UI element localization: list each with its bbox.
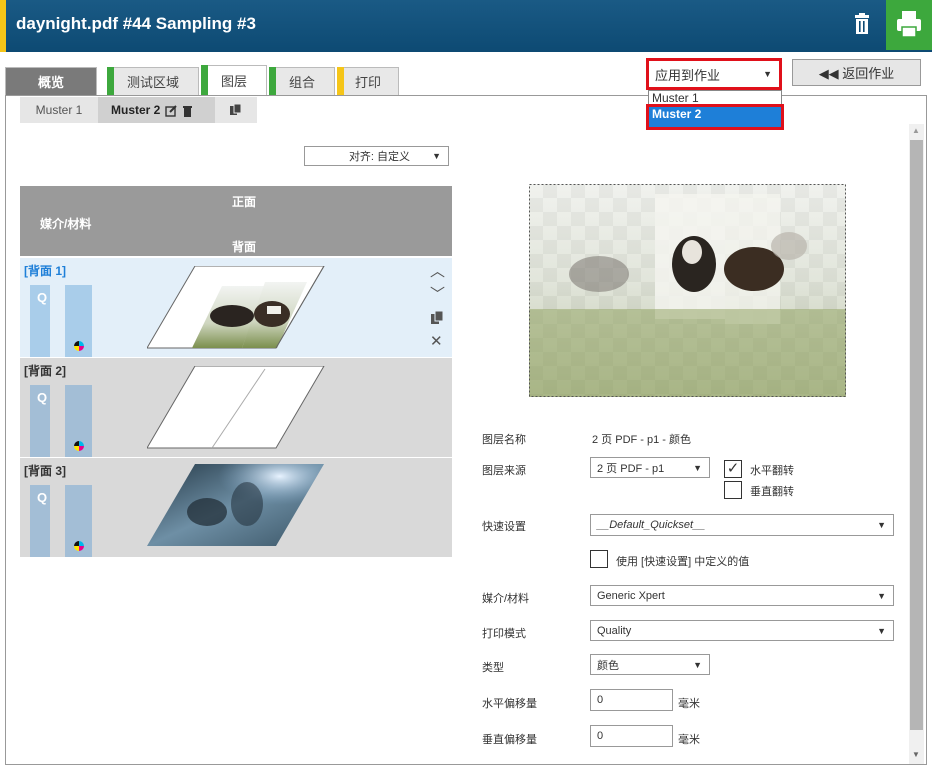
use-quickset-label: 使用 [快速设置] 中定义的值 — [616, 556, 750, 568]
media-label: 媒介/材料 — [482, 593, 530, 605]
print-mode-select[interactable]: Quality ▼ — [590, 620, 894, 641]
h-offset-input[interactable]: 0 — [590, 689, 673, 711]
h-offset-unit: 毫米 — [678, 698, 700, 710]
apply-to-job-select[interactable]: 应用到作业 ▼ — [646, 58, 782, 90]
trash-icon[interactable] — [182, 104, 193, 117]
align-select[interactable]: 对齐: 自定义 ▼ — [304, 146, 449, 166]
scroll-down-icon[interactable]: ▼ — [912, 750, 920, 759]
chevron-down-icon: ▼ — [432, 151, 441, 161]
tab-strip — [201, 65, 208, 96]
delete-icon[interactable]: ✕ — [430, 332, 443, 350]
window-title: daynight.pdf #44 Sampling #3 — [16, 14, 256, 33]
flip-horizontal-label: 水平翻转 — [750, 465, 794, 477]
layers-table-header: 正面 媒介/材料 背面 — [20, 186, 452, 256]
chevron-down-icon: ▼ — [693, 462, 702, 473]
move-down-icon[interactable]: ﹀ — [430, 283, 445, 304]
layer-label: [背面 2] — [24, 364, 67, 378]
printer-icon — [897, 11, 921, 38]
cmyk-icon — [74, 541, 84, 551]
layer-preview-image — [529, 184, 846, 397]
header-accent — [0, 0, 6, 52]
tab-compose[interactable]: 组合 — [269, 67, 335, 96]
media-select[interactable]: Generic Xpert ▼ — [590, 585, 894, 606]
check-icon: ✓ — [726, 460, 740, 477]
layer-thumbnail — [147, 266, 325, 349]
layer-label: [背面 1] — [24, 264, 67, 278]
return-to-job-button[interactable]: ◀◀ 返回作业 — [792, 59, 921, 86]
chevron-down-icon: ▼ — [763, 69, 772, 79]
back-header: 背面 — [232, 240, 257, 254]
layer-source-label: 图层来源 — [482, 465, 526, 477]
copy-pattern-button[interactable] — [215, 97, 257, 123]
chevron-down-icon: ▼ — [877, 625, 886, 636]
option-muster2[interactable]: Muster 2 — [646, 104, 784, 130]
tab-strip — [337, 67, 344, 96]
chevron-down-icon: ▼ — [693, 659, 702, 670]
layer-row[interactable]: [背面 1] Q ︿ ﹀ ✕ — [20, 258, 452, 357]
scrollbar[interactable]: ▲ ▼ — [909, 124, 924, 764]
chevron-down-icon: ▼ — [877, 520, 886, 530]
tab-overview[interactable]: 概览 — [5, 67, 97, 95]
quickset-select[interactable]: __Default_Quickset__ ▼ — [590, 514, 894, 536]
subtab-muster1[interactable]: Muster 1 — [20, 97, 98, 123]
copy-icon — [230, 103, 242, 115]
tab-strip — [107, 67, 114, 96]
layer-row[interactable]: [背面 2] Q — [20, 358, 452, 457]
h-offset-label: 水平偏移量 — [482, 698, 537, 710]
quickset-label: 快速设置 — [482, 521, 526, 533]
layer-thumbnail — [147, 464, 324, 546]
layer-source-select[interactable]: 2 页 PDF - p1 ▼ — [590, 457, 710, 478]
tab-test-area[interactable]: 测试区域 — [107, 67, 199, 96]
layer-name-value: 2 页 PDF - p1 - 颜色 — [592, 434, 692, 446]
quality-badge: Q — [37, 490, 48, 505]
quality-badge: Q — [37, 390, 48, 405]
option-muster1[interactable]: Muster 1 — [649, 91, 781, 107]
quality-badge: Q — [37, 290, 48, 305]
tab-layers[interactable]: 图层 — [201, 65, 267, 96]
apply-options-list: Muster 1 Muster 2 — [646, 90, 784, 130]
scrollbar-thumb[interactable] — [910, 140, 923, 730]
cmyk-icon — [74, 341, 84, 351]
chevron-down-icon: ▼ — [877, 590, 886, 601]
layer-thumbnail — [147, 366, 325, 449]
use-quickset-checkbox[interactable] — [590, 550, 608, 568]
flip-vertical-checkbox[interactable] — [724, 481, 742, 499]
tab-print[interactable]: 打印 — [337, 67, 399, 96]
type-select[interactable]: 颜色 ▼ — [590, 654, 710, 675]
print-button[interactable] — [886, 0, 932, 50]
layer-row[interactable]: [背面 3] Q — [20, 458, 452, 557]
flip-horizontal-checkbox[interactable]: ✓ — [724, 460, 742, 478]
title-bar: daynight.pdf #44 Sampling #3 — [0, 0, 932, 52]
layer-name-label: 图层名称 — [482, 434, 526, 446]
move-up-icon[interactable]: ︿ — [430, 260, 445, 281]
subtab-muster2[interactable]: Muster 2 — [98, 97, 215, 123]
type-label: 类型 — [482, 662, 504, 674]
v-offset-unit: 毫米 — [678, 734, 700, 746]
copy-icon[interactable] — [430, 310, 445, 325]
scroll-up-icon[interactable]: ▲ — [912, 126, 920, 135]
front-header: 正面 — [232, 195, 257, 209]
trash-icon[interactable] — [846, 8, 878, 40]
tab-strip — [269, 67, 276, 96]
cmyk-icon — [74, 441, 84, 451]
edit-icon[interactable] — [165, 104, 178, 117]
v-offset-input[interactable]: 0 — [590, 725, 673, 747]
v-offset-label: 垂直偏移量 — [482, 734, 537, 746]
layer-label: [背面 3] — [24, 464, 67, 478]
print-mode-label: 打印模式 — [482, 628, 526, 640]
flip-vertical-label: 垂直翻转 — [750, 486, 794, 498]
media-header: 媒介/材料 — [40, 217, 92, 231]
